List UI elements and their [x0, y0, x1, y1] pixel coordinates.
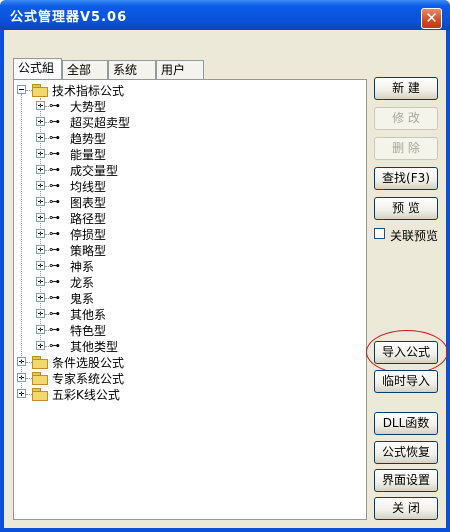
- tree-item-label: 特色型: [70, 324, 107, 338]
- tree-connector: [21, 94, 22, 394]
- tab-user[interactable]: 用户: [156, 60, 204, 79]
- delete-button[interactable]: 删 除: [374, 137, 438, 160]
- linked-preview-checkbox[interactable]: [374, 228, 385, 239]
- folder-icon: [32, 388, 48, 401]
- linked-preview-label: 关联预览: [390, 229, 439, 243]
- tree-item-label: 龙系: [70, 276, 95, 290]
- tree-item-label: 成交量型: [70, 164, 119, 178]
- key-icon: ⊶: [49, 227, 60, 240]
- tree-item-label: 趋势型: [70, 132, 107, 146]
- folder-icon: [32, 356, 48, 369]
- folder-icon: [32, 372, 48, 385]
- temp-import-button[interactable]: 临时导入: [374, 370, 438, 393]
- title-bar[interactable]: 公式管理器V5.06 ✕: [0, 0, 450, 30]
- find-button[interactable]: 查找(F3): [374, 167, 438, 190]
- close-window-button[interactable]: ✕: [421, 8, 442, 29]
- formula-tree[interactable]: 技术指标公式 ⊶ 大势型 ⊶ 超买超卖型 ⊶ 趋势型 ⊶ 能量型 ⊶ 成交量型 ⊶ 均线型 ⊶ 图表型 ⊶ 路径…: [14, 80, 366, 519]
- key-icon: ⊶: [49, 131, 60, 144]
- key-icon: ⊶: [49, 115, 60, 128]
- key-icon: ⊶: [49, 211, 60, 224]
- key-icon: ⊶: [49, 163, 60, 176]
- tree-item-label: 路径型: [70, 212, 107, 226]
- dll-functions-button[interactable]: DLL函数: [374, 412, 438, 435]
- key-icon: ⊶: [49, 323, 60, 336]
- key-icon: ⊶: [49, 259, 60, 272]
- key-icon: ⊶: [49, 179, 60, 192]
- key-icon: ⊶: [49, 195, 60, 208]
- tree-item-label: 条件选股公式: [52, 356, 125, 370]
- tree-item-label: 神系: [70, 260, 95, 274]
- new-button[interactable]: 新 建: [374, 77, 438, 100]
- folder-icon: [32, 84, 48, 97]
- key-icon: ⊶: [49, 307, 60, 320]
- tab-label: 用户: [161, 63, 186, 77]
- key-icon: ⊶: [49, 99, 60, 112]
- tab-formula-group[interactable]: 公式組: [13, 58, 62, 79]
- tree-item-label: 五彩K线公式: [52, 388, 120, 402]
- tree-item-label: 其他类型: [70, 340, 119, 354]
- key-icon: ⊶: [49, 275, 60, 288]
- formula-tree-panel: 技术指标公式 ⊶ 大势型 ⊶ 超买超卖型 ⊶ 趋势型 ⊶ 能量型 ⊶ 成交量型 ⊶ 均线型 ⊶ 图表型 ⊶ 路径…: [13, 79, 367, 520]
- ui-settings-button[interactable]: 界面设置: [374, 469, 438, 492]
- key-icon: ⊶: [49, 339, 60, 352]
- tree-item-label: 超买超卖型: [70, 116, 131, 130]
- tree-item-label: 大势型: [70, 100, 107, 114]
- tab-system[interactable]: 系统: [108, 60, 156, 79]
- tree-item-label: 停损型: [70, 228, 107, 242]
- tree-item-label: 技术指标公式: [52, 84, 125, 98]
- formula-restore-button[interactable]: 公式恢复: [374, 441, 438, 464]
- highlight-circle: [366, 330, 448, 374]
- key-icon: ⊶: [49, 147, 60, 160]
- tree-item-label: 鬼系: [70, 292, 95, 306]
- tree-item-label: 专家系统公式: [52, 372, 125, 386]
- tree-item-label: 策略型: [70, 244, 107, 258]
- key-icon: ⊶: [49, 243, 60, 256]
- tree-connector: [40, 98, 41, 346]
- tree-item-label: 均线型: [70, 180, 107, 194]
- tab-label: 公式組: [18, 61, 55, 75]
- tab-all[interactable]: 全部: [62, 60, 108, 79]
- tree-expander[interactable]: [17, 85, 26, 94]
- modify-button[interactable]: 修 改: [374, 107, 438, 130]
- preview-button[interactable]: 预 览: [374, 197, 438, 220]
- tree-item-label: 图表型: [70, 196, 107, 210]
- close-button[interactable]: 关 闭: [374, 497, 438, 520]
- tree-item-label: 能量型: [70, 148, 107, 162]
- tree-item-label: 其他系: [70, 308, 107, 322]
- key-icon: ⊶: [49, 291, 60, 304]
- window-title: 公式管理器V5.06: [10, 10, 128, 25]
- tab-label: 全部: [67, 63, 92, 77]
- tab-label: 系统: [113, 63, 138, 77]
